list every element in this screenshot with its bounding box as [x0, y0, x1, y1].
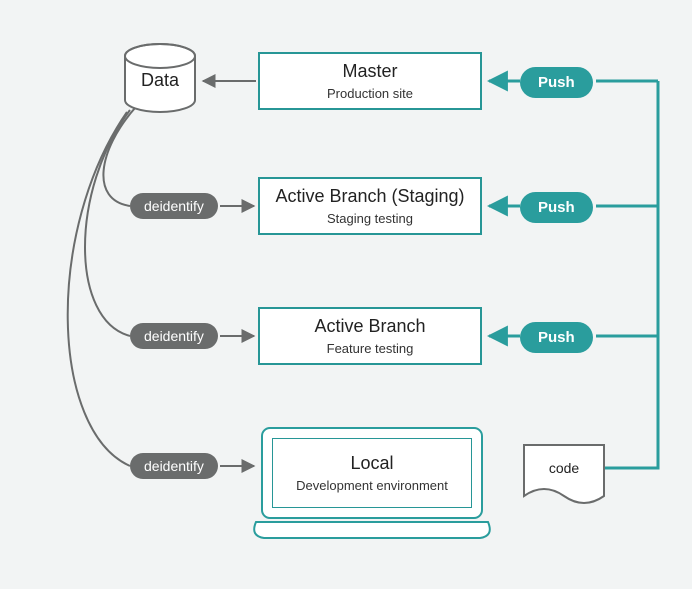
- local-box: Local Development environment: [272, 438, 472, 508]
- master-box: Master Production site: [258, 52, 482, 110]
- push-pill-master: Push: [520, 67, 593, 98]
- master-subtitle: Production site: [327, 86, 413, 101]
- data-node-label: Data: [125, 70, 195, 91]
- deidentify-pill-staging: deidentify: [130, 193, 218, 219]
- feature-title: Active Branch: [314, 316, 425, 337]
- code-doc-label: code: [534, 460, 594, 476]
- push-pill-feature: Push: [520, 322, 593, 353]
- feature-box: Active Branch Feature testing: [258, 307, 482, 365]
- local-subtitle: Development environment: [296, 478, 448, 493]
- deidentify-pill-feature: deidentify: [130, 323, 218, 349]
- staging-box: Active Branch (Staging) Staging testing: [258, 177, 482, 235]
- code-bus-vertical: [605, 81, 658, 468]
- master-title: Master: [342, 61, 397, 82]
- staging-subtitle: Staging testing: [327, 211, 413, 226]
- deidentify-pill-local: deidentify: [130, 453, 218, 479]
- push-pill-staging: Push: [520, 192, 593, 223]
- feature-subtitle: Feature testing: [327, 341, 414, 356]
- curve-data-to-local-left: [68, 112, 130, 466]
- local-title: Local: [350, 453, 393, 474]
- staging-title: Active Branch (Staging): [275, 186, 464, 207]
